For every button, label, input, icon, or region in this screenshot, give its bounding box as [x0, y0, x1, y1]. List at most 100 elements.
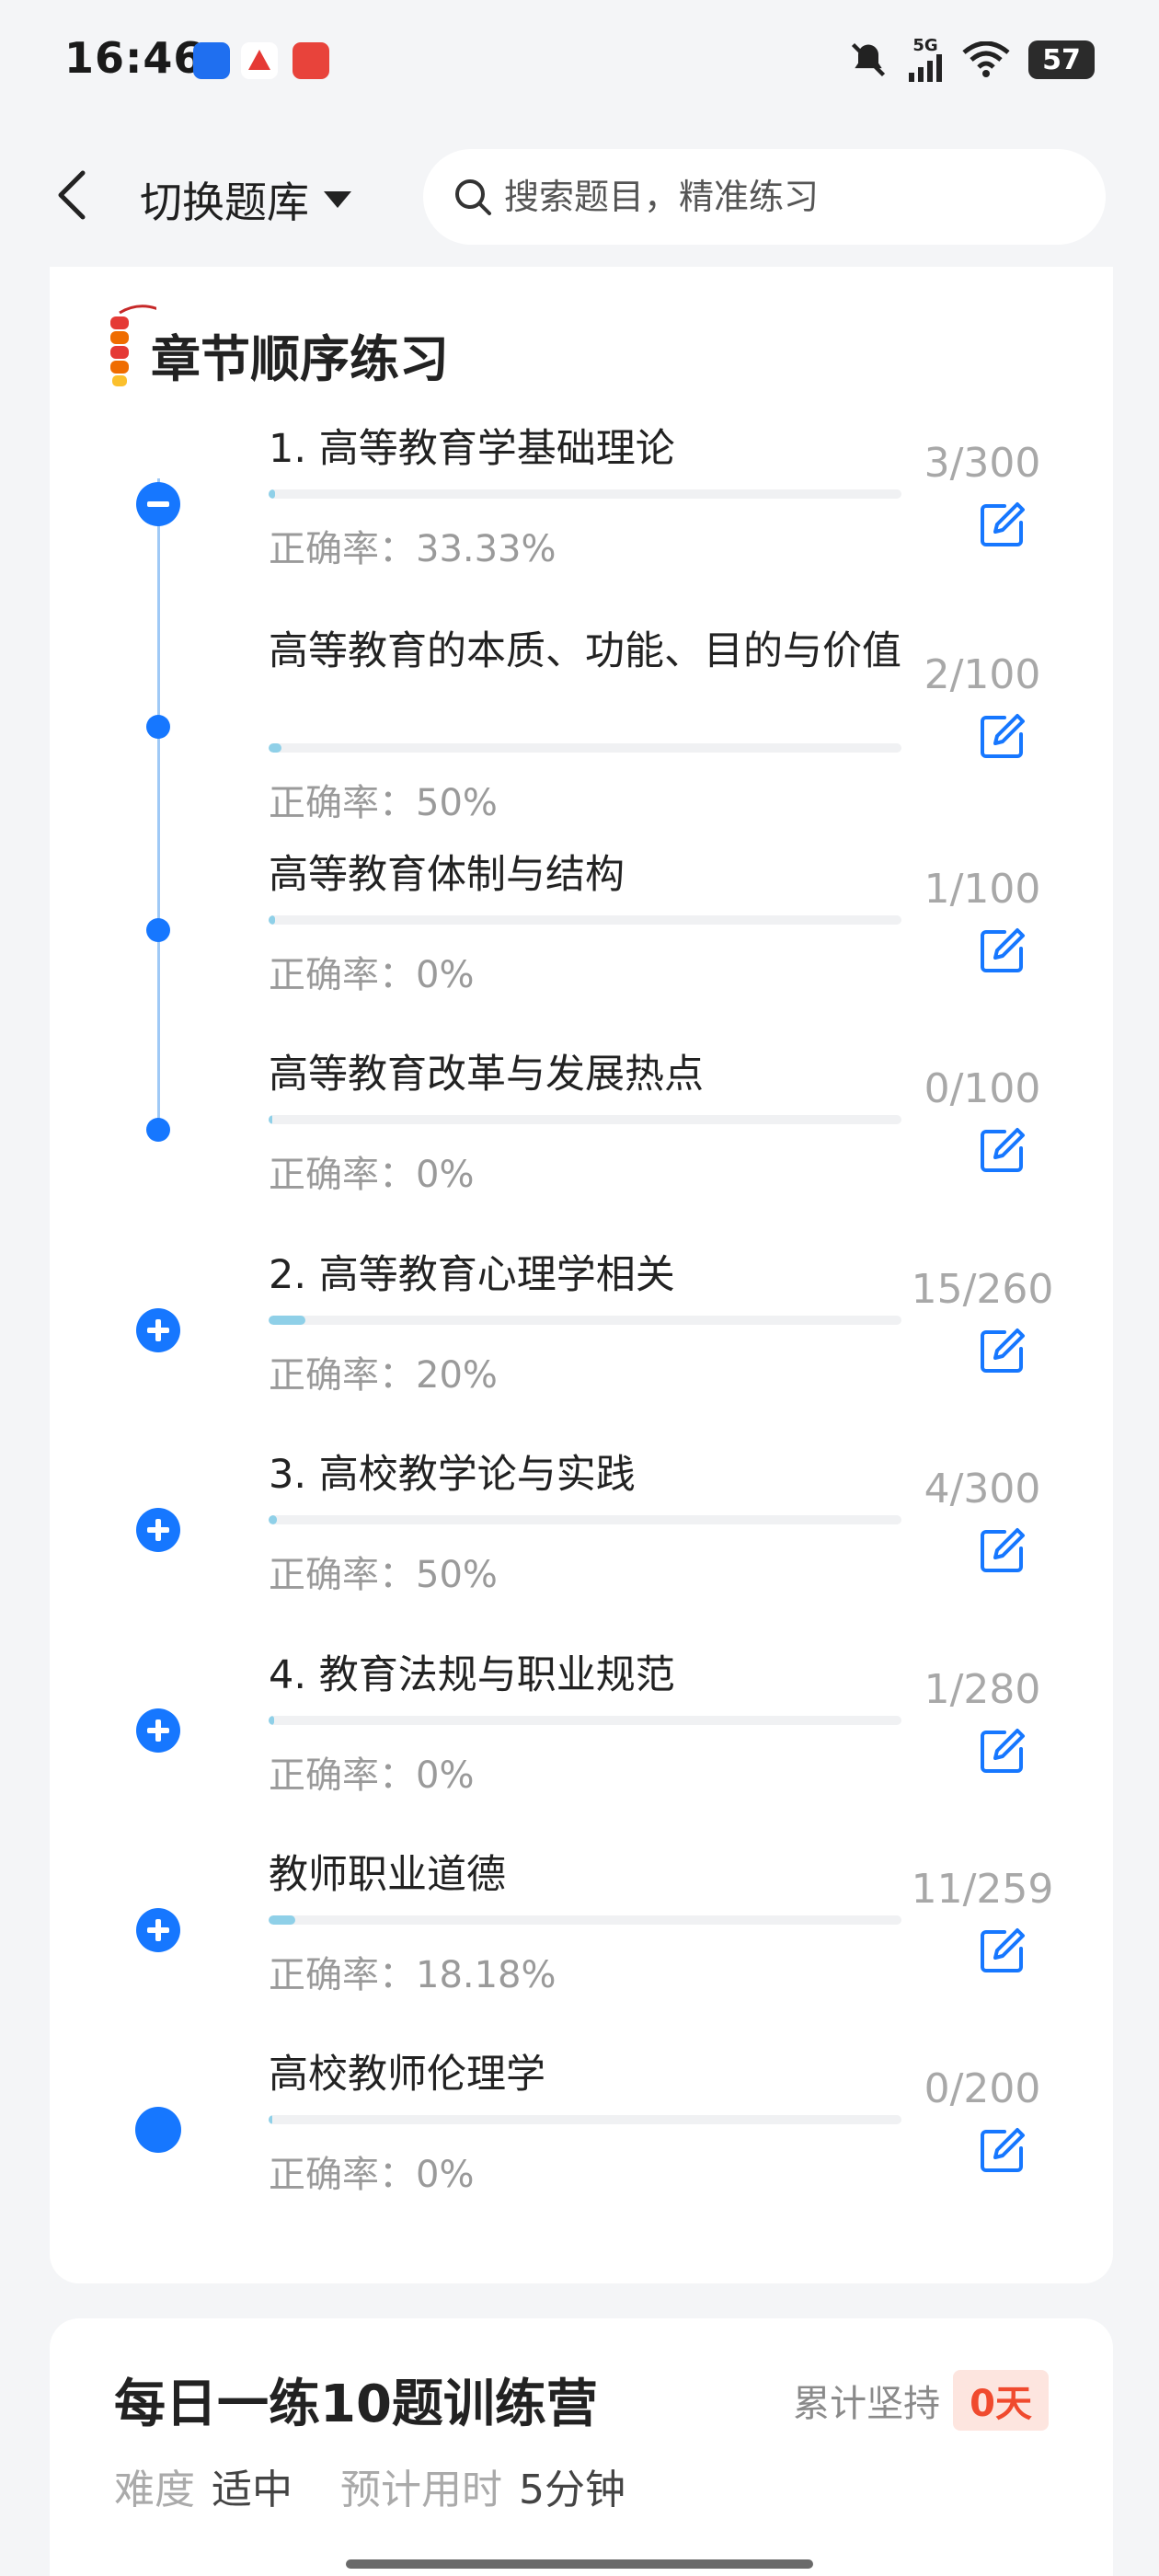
chapter-count: 1/280: [924, 1666, 1041, 1713]
difficulty-info: 难度 适中: [114, 2456, 293, 2515]
practice-edit-icon[interactable]: [977, 499, 1028, 550]
chapter-item[interactable]: 4. 教育法规与职业规范 正确率：0% 1/280: [50, 1650, 1113, 1843]
chapter-progress-bar: [269, 915, 901, 925]
chapter-title: 高等教育改革与发展热点: [269, 1052, 704, 1098]
difficulty-value: 适中: [212, 2467, 293, 2513]
practice-edit-icon[interactable]: [977, 1524, 1028, 1576]
chapter-progress-bar: [269, 2115, 901, 2124]
chapter-item[interactable]: 2. 高等教育心理学相关 正确率：20% 15/260: [50, 1249, 1113, 1443]
persist-days-badge: 0天: [953, 2370, 1049, 2431]
top-bar: 切换题库: [0, 129, 1159, 267]
search-input[interactable]: [504, 177, 1056, 217]
chapter-accuracy: 正确率：0%: [269, 1754, 475, 1797]
chapter-progress-bar: [269, 1115, 901, 1124]
chapter-accuracy: 正确率：0%: [269, 954, 475, 996]
chapter-progress-bar: [269, 1515, 901, 1524]
persist-label: 累计坚持: [793, 2383, 941, 2425]
chapter-title: 高校教师伦理学: [269, 2052, 545, 2098]
chapter-item[interactable]: 3. 高校教学论与实践正确率：50% 4/300: [50, 1449, 1113, 1642]
chapter-progress-bar: [269, 1915, 901, 1925]
chapter-title: 教师职业道德: [269, 1852, 506, 1898]
chapter-accuracy: 正确率：20%: [269, 1354, 498, 1397]
practice-edit-icon[interactable]: [977, 925, 1028, 976]
chapter-progress-fill: [269, 743, 281, 753]
difficulty-label: 难度: [114, 2467, 195, 2513]
battery-indicator: 57: [1028, 40, 1095, 79]
daily-meta: 难度 适中 预计用时 5分钟: [114, 2456, 625, 2515]
chapter-progress-bar: [269, 489, 901, 499]
chapter-title: 2. 高等教育心理学相关: [269, 1252, 675, 1298]
chapter-item[interactable]: 高等教育改革与发展热点正确率：0% 0/100: [50, 1049, 1113, 1242]
chapter-progress-fill: [269, 2115, 273, 2124]
timeline-dot-icon: [145, 1117, 171, 1146]
firecracker-icon: [110, 305, 156, 386]
chapter-accuracy: 正确率：33.33%: [269, 528, 557, 570]
timeline-end-dot-icon: [134, 2106, 182, 2157]
expand-plus-icon[interactable]: [135, 1307, 181, 1357]
chapter-progress-bar: [269, 1316, 901, 1325]
chapter-count: 15/260: [911, 1266, 1054, 1313]
persist-counter: 累计坚持 0天: [793, 2370, 1049, 2431]
chapter-progress-fill: [269, 1316, 305, 1325]
chapter-progress-fill: [269, 1915, 295, 1925]
search-box[interactable]: [423, 149, 1106, 245]
chapter-progress-fill: [269, 1716, 274, 1725]
expand-plus-icon[interactable]: [135, 1507, 181, 1557]
practice-edit-icon[interactable]: [977, 1925, 1028, 1976]
chapter-progress-fill: [269, 915, 275, 925]
expand-plus-icon[interactable]: [135, 1708, 181, 1757]
chapter-count: 2/100: [924, 651, 1041, 698]
chapter-item[interactable]: 高等教育体制与结构 正确率：0% 1/100: [50, 849, 1113, 1042]
status-bar: 16:46 5G 57: [0, 0, 1159, 129]
chapter-title: 1. 高等教育学基础理论: [269, 426, 675, 472]
practice-edit-icon[interactable]: [977, 710, 1028, 762]
chapter-progress-bar: [269, 743, 901, 753]
chapter-title: 高等教育体制与结构: [269, 852, 625, 898]
time-value: 5分钟: [519, 2467, 625, 2513]
app-notification-icon: [293, 42, 329, 79]
daily-title: 每日一练10题训练营: [114, 2375, 598, 2434]
search-icon: [455, 179, 491, 215]
time-label: 预计用时: [340, 2467, 502, 2513]
collapse-minus-icon[interactable]: [135, 481, 181, 531]
chapter-accuracy: 正确率：0%: [269, 1154, 475, 1196]
chapter-count: 0/200: [924, 2065, 1041, 2112]
home-indicator[interactable]: [346, 2559, 813, 2569]
chapter-item[interactable]: 1. 高等教育学基础理论正确率：33.33% 3/300: [50, 423, 1113, 616]
signal-icon: [909, 54, 942, 82]
chapter-count: 0/100: [924, 1065, 1041, 1112]
status-time: 16:46: [64, 33, 204, 83]
mute-bell-icon: [851, 42, 886, 77]
chapter-item[interactable]: 教师职业道德 正确率：18.18% 11/259: [50, 1849, 1113, 2042]
back-icon[interactable]: [52, 167, 92, 223]
chapter-title: 3. 高校教学论与实践: [269, 1452, 636, 1498]
chapter-count: 4/300: [924, 1466, 1041, 1512]
app-notification-icon: [241, 42, 278, 79]
chapter-count: 3/300: [924, 440, 1041, 487]
expand-plus-icon[interactable]: [135, 1907, 181, 1957]
daily-practice-card[interactable]: 每日一练10题训练营 累计坚持 0天 难度 适中 预计用时 5分钟: [50, 2318, 1113, 2576]
chapter-title: 4. 教育法规与职业规范: [269, 1652, 675, 1698]
network-type: 5G: [912, 36, 938, 55]
chapter-accuracy: 正确率：0%: [269, 2154, 475, 2196]
chapter-progress-fill: [269, 1515, 277, 1524]
wifi-icon: [962, 41, 1010, 77]
chapter-progress-bar: [269, 1716, 901, 1725]
practice-edit-icon[interactable]: [977, 2124, 1028, 2176]
practice-edit-icon[interactable]: [977, 1725, 1028, 1777]
switch-bank-label: 切换题库: [140, 178, 309, 227]
chapter-accuracy: 正确率：50%: [269, 782, 498, 824]
practice-edit-icon[interactable]: [977, 1124, 1028, 1176]
caret-down-icon: [324, 191, 351, 208]
app-notification-icon: [193, 42, 230, 79]
chapter-item[interactable]: 高校教师伦理学正确率：0% 0/200: [50, 2049, 1113, 2242]
chapter-title: 高等教育的本质、功能、目的与价值: [269, 628, 901, 674]
chapter-progress-fill: [269, 489, 275, 499]
practice-edit-icon[interactable]: [977, 1325, 1028, 1376]
timeline-dot-icon: [145, 714, 171, 743]
chapter-item[interactable]: 高等教育的本质、功能、目的与价值正确率：50% 2/100: [50, 626, 1113, 824]
time-info: 预计用时 5分钟: [340, 2456, 625, 2515]
switch-bank-button[interactable]: 切换题库: [140, 169, 353, 230]
chapter-accuracy: 正确率：50%: [269, 1554, 498, 1596]
chapter-progress-fill: [269, 1115, 273, 1124]
